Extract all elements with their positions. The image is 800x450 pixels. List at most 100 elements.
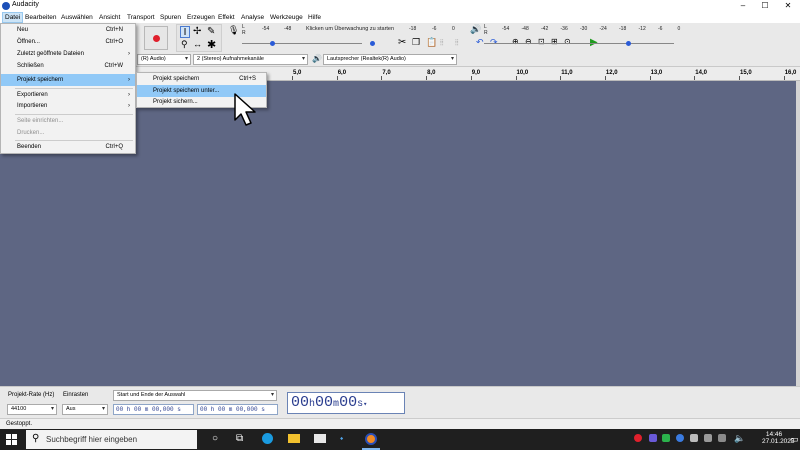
menu-item-drucken: Drucken... [1, 127, 135, 139]
tray-app-icon[interactable] [649, 434, 657, 442]
record-button[interactable] [144, 26, 168, 50]
microphone-icon[interactable]: 🎙 [228, 25, 239, 36]
cut-icon[interactable]: ✂ [398, 37, 406, 48]
timeshift-tool-icon[interactable]: ↔ [193, 39, 202, 49]
menu-ansicht[interactable]: Ansicht [97, 12, 122, 23]
audacity-taskbar-icon[interactable] [365, 433, 377, 445]
taskbar-clock[interactable]: 14:46 27.01.2023 [762, 431, 795, 445]
output-device-select[interactable]: Lautsprecher (Realtek(R) Audio) [323, 54, 457, 65]
ruler-tick-mark [381, 76, 383, 80]
menu-item-projekt-speichern[interactable]: Projekt speichern › [1, 74, 135, 86]
zoom-in-icon[interactable]: ⊕ [512, 37, 519, 46]
seconds-value: 00 [339, 394, 358, 411]
menu-item-schliessen[interactable]: Schließen Ctrl+W [1, 60, 135, 72]
mail-icon[interactable] [314, 434, 326, 443]
channels-select[interactable]: 2 (Stereo) Aufnahmekanäle [193, 54, 308, 65]
windows-start-icon[interactable] [6, 434, 17, 445]
zoom-out-icon[interactable]: ⊖ [525, 37, 532, 46]
playback-volume-slider[interactable] [484, 43, 604, 44]
menu-effekt[interactable]: Effekt [216, 12, 237, 23]
notifications-icon[interactable]: ▭ [790, 434, 799, 445]
submenu-arrow-icon: › [128, 51, 130, 57]
close-icon[interactable]: ✕ [778, 0, 798, 12]
paste-icon[interactable]: 📋 [426, 37, 437, 48]
envelope-tool-icon[interactable]: ✢ [193, 26, 201, 37]
play-speed-slider[interactable] [604, 43, 674, 44]
battery-icon[interactable] [704, 434, 712, 442]
ruler-tick-mark [560, 76, 562, 80]
menu-item-oeffnen[interactable]: Öffnen... Ctrl+O [1, 36, 135, 48]
zoom-tool-icon[interactable]: ⚲ [181, 39, 188, 50]
selection-toolbar: Projekt-Rate (Hz) 44100 Einrasten Aus St… [0, 386, 800, 418]
file-explorer-icon[interactable] [288, 434, 300, 443]
tray-app-icon[interactable] [690, 434, 698, 442]
cortana-icon[interactable]: ○ [212, 433, 218, 444]
audio-position-display[interactable]: 00h00m00s▾ [287, 392, 405, 414]
task-view-icon[interactable]: ⧉ [236, 433, 243, 444]
menu-datei[interactable]: Datei [2, 12, 24, 23]
menu-analyse[interactable]: Analyse [239, 12, 266, 23]
file-menu: Neu Ctrl+N Öffnen... Ctrl+O Zuletzt geöffn… [0, 23, 136, 154]
trim-icon[interactable]: ⦙⦙ [440, 38, 444, 48]
multi-tool-icon[interactable]: ✱ [207, 38, 216, 51]
draw-tool-icon[interactable]: ✎ [207, 26, 215, 37]
minimize-icon[interactable]: – [733, 0, 753, 12]
menu-item-neu[interactable]: Neu Ctrl+N [1, 24, 135, 36]
project-rate-select[interactable]: 44100 [7, 404, 57, 415]
menu-hilfe[interactable]: Hilfe [306, 12, 323, 23]
menu-item-recent-files[interactable]: Zuletzt geöffnete Dateien › [1, 48, 135, 60]
speaker-icon[interactable]: 🔊 [470, 24, 481, 35]
menu-werkzeuge[interactable]: Werkzeuge [268, 12, 305, 23]
input-device-select[interactable]: (R) Audio) [137, 54, 191, 65]
selection-start-time[interactable]: 00 h 00 m 00,000 s [113, 404, 194, 415]
edge-icon[interactable] [262, 433, 273, 444]
volume-icon[interactable]: 🔈 [734, 433, 745, 444]
playback-meter-tick: -18 [619, 26, 627, 32]
playback-volume-knob[interactable] [370, 41, 375, 46]
menu-auswaehlen[interactable]: Auswählen [59, 12, 95, 23]
tray-nvidia-icon[interactable] [662, 434, 670, 442]
selection-tool-icon[interactable]: I [180, 26, 190, 38]
submenu-arrow-icon: › [128, 103, 130, 109]
snap-select[interactable]: Aus [62, 404, 108, 415]
zoom-toggle-icon[interactable]: ⊙ [564, 37, 571, 46]
ruler-tick-label: 12,0 [605, 70, 618, 76]
ruler-tick-label: 6,0 [337, 70, 347, 76]
menu-bearbeiten[interactable]: Bearbeiten [23, 12, 58, 23]
start-monitoring-label[interactable]: Klicken um Überwachung zu starten [306, 26, 394, 32]
fit-project-icon[interactable]: ⊞ [551, 37, 558, 46]
selection-mode-select[interactable]: Start und Ende der Auswahl [113, 390, 277, 401]
app-icon[interactable]: ⬩ [340, 433, 343, 444]
maximize-icon[interactable]: ☐ [755, 0, 775, 12]
meter-tick: -6 [432, 26, 437, 32]
silence-icon[interactable]: ⦙⦙ [455, 38, 459, 48]
playback-meter-tick: -6 [658, 26, 663, 32]
undo-icon[interactable]: ↶ [476, 37, 484, 48]
vertical-scrollbar[interactable] [796, 81, 800, 386]
tray-record-icon[interactable] [634, 434, 642, 442]
menu-spuren[interactable]: Spuren [158, 12, 183, 23]
windows-taskbar: ⚲ Suchbegriff hier eingeben ○ ⧉ ⬩ 🔈 14:4… [0, 429, 800, 450]
selection-end-time[interactable]: 00 h 00 m 00,000 s [197, 404, 278, 415]
copy-icon[interactable]: ❐ [412, 37, 420, 48]
play-speed-knob[interactable] [626, 41, 631, 46]
bluetooth-icon[interactable] [676, 434, 684, 442]
taskbar-search-box[interactable]: ⚲ Suchbegriff hier eingeben [26, 430, 197, 449]
menu-item-label: Schließen [17, 63, 44, 69]
record-volume-knob[interactable] [270, 41, 275, 46]
record-volume-slider[interactable] [242, 43, 362, 44]
fit-selection-icon[interactable]: ⊡ [538, 37, 545, 46]
ruler-tick-mark [694, 76, 696, 80]
meter-tick: 0 [452, 26, 455, 32]
ruler-tick-label: 7,0 [382, 70, 391, 76]
submenu-item-projekt-speichern[interactable]: Projekt speichern Ctrl+S [137, 73, 266, 85]
display-icon[interactable] [718, 434, 726, 442]
menu-transport[interactable]: Transport [125, 12, 157, 23]
ruler-tick-label: 11,0 [561, 70, 573, 76]
ruler-tick-label: 14,0 [695, 70, 707, 76]
menu-item-shortcut: Ctrl+Q [105, 144, 123, 150]
menu-erzeugen[interactable]: Erzeugen [185, 12, 217, 23]
menu-item-importieren[interactable]: Importieren › [1, 100, 135, 112]
menu-item-label: Neu [17, 27, 29, 33]
menu-item-beenden[interactable]: Beenden Ctrl+Q [1, 141, 135, 153]
